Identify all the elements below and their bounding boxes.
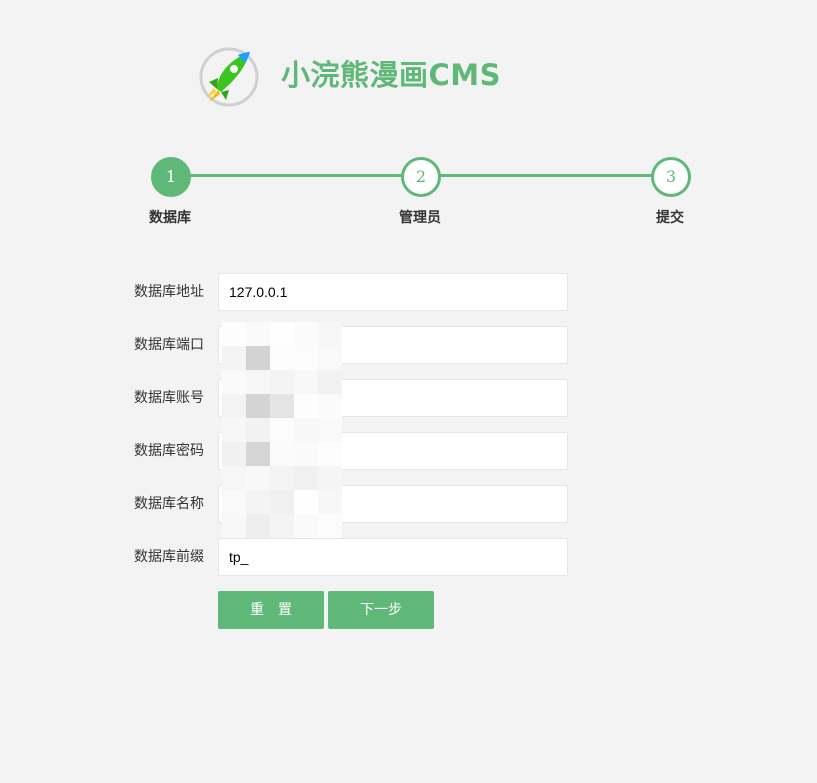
step-circle-2: 2: [401, 157, 441, 197]
db-prefix-input[interactable]: [218, 538, 568, 576]
install-steps: 1 2 3 数据库 管理员 提交: [0, 0, 817, 240]
field-row-password: 数据库密码: [0, 432, 817, 470]
field-row-host: 数据库地址: [0, 273, 817, 311]
field-label-password: 数据库密码: [134, 443, 204, 459]
db-host-input[interactable]: [218, 273, 568, 311]
step-circle-3: 3: [651, 157, 691, 197]
db-password-input[interactable]: [218, 432, 568, 470]
field-row-prefix: 数据库前缀: [0, 538, 817, 576]
db-name-input[interactable]: [218, 485, 568, 523]
field-row-port: 数据库端口: [0, 326, 817, 364]
field-label-user: 数据库账号: [134, 390, 204, 406]
field-label-prefix: 数据库前缀: [134, 549, 204, 565]
step-label-2: 管理员: [399, 210, 441, 226]
step-circle-1: 1: [151, 157, 191, 197]
db-port-input[interactable]: [218, 326, 568, 364]
field-label-name: 数据库名称: [134, 496, 204, 512]
step-line-2: [440, 174, 654, 177]
field-row-name: 数据库名称: [0, 485, 817, 523]
reset-button[interactable]: 重 置: [218, 591, 324, 629]
field-row-user: 数据库账号: [0, 379, 817, 417]
step-line-1: [190, 174, 404, 177]
step-label-1: 数据库: [149, 210, 191, 226]
field-label-port: 数据库端口: [134, 337, 204, 353]
field-label-host: 数据库地址: [134, 284, 204, 300]
db-user-input[interactable]: [218, 379, 568, 417]
next-step-button[interactable]: 下一步: [328, 591, 434, 629]
step-label-3: 提交: [656, 210, 684, 226]
install-page: 小浣熊漫画CMS 1 2 3 数据库 管理员 提交 数据库地址 数据库端口 数据…: [0, 0, 817, 783]
